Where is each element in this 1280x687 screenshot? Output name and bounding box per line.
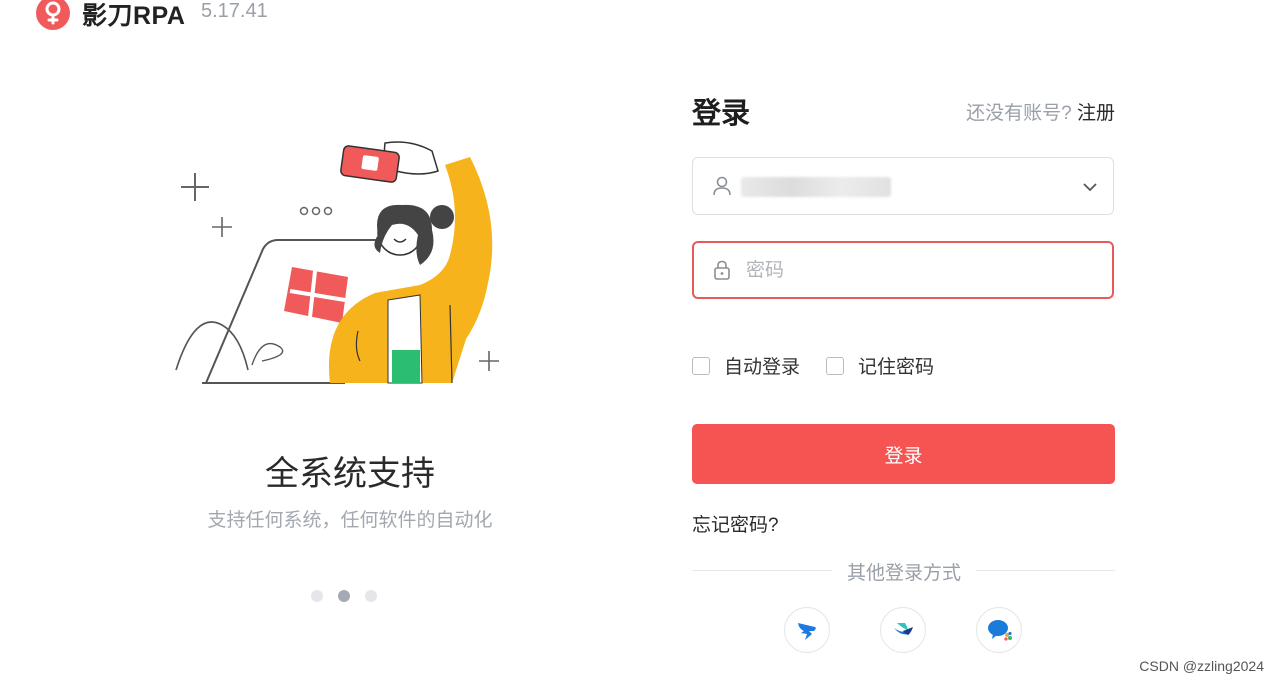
illustration [175,141,499,384]
divider-right [976,570,1115,571]
yingdao-logo-icon [36,0,70,30]
username-value-blurred [741,177,891,197]
app-version: 5.17.41 [201,0,268,22]
forgot-password-link[interactable]: 忘记密码? [692,510,779,537]
password-input[interactable] [744,255,1098,287]
wecom-icon [988,620,1012,641]
remember-password-option[interactable]: 记住密码 [826,352,934,379]
login-title: 登录 [692,98,751,130]
lock-icon [714,260,730,280]
register-prompt: 还没有账号? [966,103,1072,124]
carousel-dot[interactable] [311,590,323,602]
watermark: CSDN @zzling2024 [1139,658,1264,674]
carousel-title: 全系统支持 [265,455,435,493]
login-button[interactable]: 登录 [692,424,1115,484]
carousel-dots [311,590,377,602]
remember-password-checkbox[interactable] [826,356,845,375]
auto-login-label: 自动登录 [724,357,801,378]
username-field[interactable] [692,157,1114,215]
register-link[interactable]: 注册 [1077,103,1115,124]
remember-password-label: 记住密码 [858,357,935,378]
carousel-dot-active[interactable] [338,590,350,602]
wecom-login-button[interactable] [976,607,1022,653]
app-name: 影刀RPA [82,2,186,30]
dingtalk-login-button[interactable] [784,607,830,653]
carousel-subtitle: 支持任何系统，任何软件的自动化 [207,510,493,531]
carousel-dot[interactable] [365,590,377,602]
other-login-methods-label: 其他登录方式 [846,563,961,584]
chevron-down-icon[interactable] [1081,178,1099,196]
user-icon [713,176,731,196]
feishu-login-button[interactable] [880,607,926,653]
register-line: 还没有账号? 注册 [966,98,1115,125]
password-field[interactable] [692,241,1114,299]
feishu-icon [894,623,913,635]
auto-login-option[interactable]: 自动登录 [692,352,800,379]
login-options: 自动登录 记住密码 [692,352,960,379]
auto-login-checkbox[interactable] [692,356,710,375]
dingtalk-icon [798,623,816,640]
divider-left [692,570,832,571]
